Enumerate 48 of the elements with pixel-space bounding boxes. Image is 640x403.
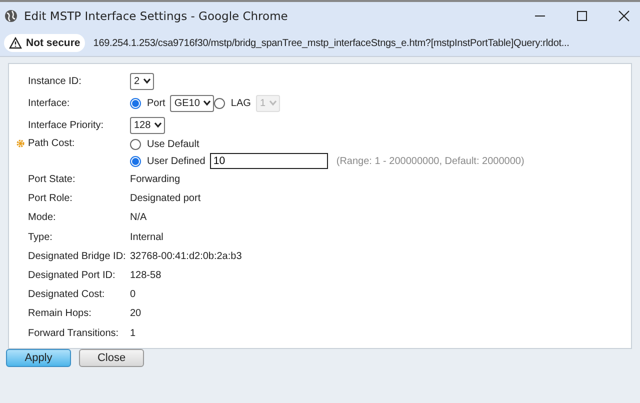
option-label: LAG xyxy=(230,98,251,108)
caret-icon xyxy=(142,78,151,84)
field-value: N/A xyxy=(130,212,147,224)
field-value: 32768-00:41:d2:0b:2a:b3 xyxy=(130,250,242,262)
field-label: Port State: xyxy=(28,174,76,186)
priority-select[interactable]: 128 xyxy=(130,116,165,134)
field-value: 128-58 xyxy=(130,270,162,282)
field-value: 20 xyxy=(130,308,142,320)
caret-icon xyxy=(154,122,162,128)
field-label: Mode: xyxy=(28,212,57,224)
range-hint: (Range: 1 - 200000000, Default: 2000000) xyxy=(336,156,524,166)
field-value: 0 xyxy=(130,289,136,300)
apply-button[interactable]: Apply xyxy=(6,349,71,367)
radio-button[interactable] xyxy=(130,156,141,166)
radio-button[interactable] xyxy=(130,98,141,108)
warning-icon xyxy=(9,37,22,49)
field-value: Designated port xyxy=(130,193,201,204)
maximize-icon[interactable] xyxy=(576,10,588,22)
option-label: Port xyxy=(147,98,166,108)
url-text[interactable]: 169.254.1.253/csa9716f30/mstp/bridg_spanTree_mstp_interfaceStngs_e.htm?[mstpInstPortTable]Query:rldot... xyxy=(93,38,570,48)
field-value: 1 xyxy=(130,328,136,339)
close-icon[interactable] xyxy=(618,10,630,22)
field-label: Port Role: xyxy=(28,193,74,204)
instance-select[interactable]: 2 xyxy=(130,72,154,90)
field-label: Type: xyxy=(28,232,54,243)
field-label: Instance ID: xyxy=(28,76,82,86)
caret-icon xyxy=(268,100,276,106)
option-label: Use Default xyxy=(147,138,200,150)
caret-icon xyxy=(202,100,211,106)
security-chip[interactable]: Not secure xyxy=(4,34,86,52)
field-label: Remain Hops: xyxy=(28,308,92,320)
security-label: Not secure xyxy=(26,37,80,49)
field-label: Interface: xyxy=(28,98,71,108)
radio-button[interactable] xyxy=(130,138,141,150)
field-value: Forwarding xyxy=(130,174,180,186)
field-label: Path Cost: xyxy=(28,138,75,149)
field-label: Interface Priority: xyxy=(28,120,105,130)
field-value: Internal xyxy=(130,232,164,243)
gear-icon xyxy=(16,139,25,148)
window-title: Edit MSTP Interface Settings - Google Chrome xyxy=(24,9,288,23)
field-label: Designated Bridge ID: xyxy=(28,250,127,262)
path-cost-input[interactable]: 10 xyxy=(210,153,328,169)
option-label: User Defined xyxy=(147,156,206,166)
field-label: Designated Cost: xyxy=(28,289,106,300)
field-label: Forward Transitions: xyxy=(28,328,120,339)
option-select[interactable]: GE10 xyxy=(170,94,214,112)
close-button[interactable]: Close xyxy=(79,349,144,367)
field-label: Designated Port ID: xyxy=(28,270,116,282)
